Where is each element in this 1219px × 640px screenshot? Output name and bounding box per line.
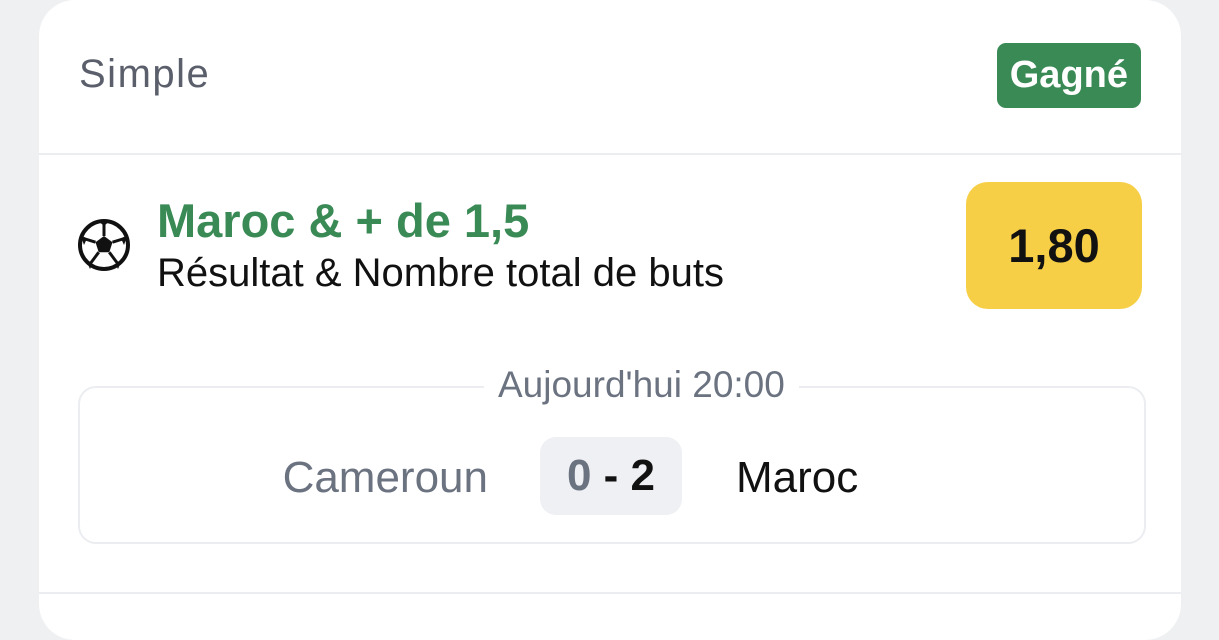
divider bbox=[39, 592, 1181, 594]
selection-market: Résultat & Nombre total de buts bbox=[157, 251, 724, 295]
match-info[interactable]: Aujourd'hui 20:00 Cameroun 0 - 2 Maroc bbox=[78, 363, 1146, 544]
home-team: Cameroun bbox=[282, 453, 488, 502]
score-separator: - bbox=[591, 451, 631, 500]
bet-type-label: Simple bbox=[79, 52, 211, 96]
match-time: Aujourd'hui 20:00 bbox=[484, 363, 799, 407]
score-badge: 0 - 2 bbox=[540, 437, 682, 515]
away-team: Maroc bbox=[736, 453, 859, 502]
bet-card: Simple Gagné Maroc & + de 1,5 Résultat &… bbox=[39, 0, 1181, 640]
selection-pick: Maroc & + de 1,5 bbox=[157, 194, 530, 247]
odds-button[interactable]: 1,80 bbox=[966, 182, 1142, 309]
away-score: 2 bbox=[630, 451, 656, 500]
selection-row: Maroc & + de 1,5 Résultat & Nombre total… bbox=[39, 155, 1181, 355]
bet-card-header: Simple Gagné bbox=[39, 0, 1181, 155]
home-score: 0 bbox=[566, 451, 592, 500]
soccer-ball-icon bbox=[78, 219, 130, 271]
status-badge: Gagné bbox=[996, 43, 1141, 108]
